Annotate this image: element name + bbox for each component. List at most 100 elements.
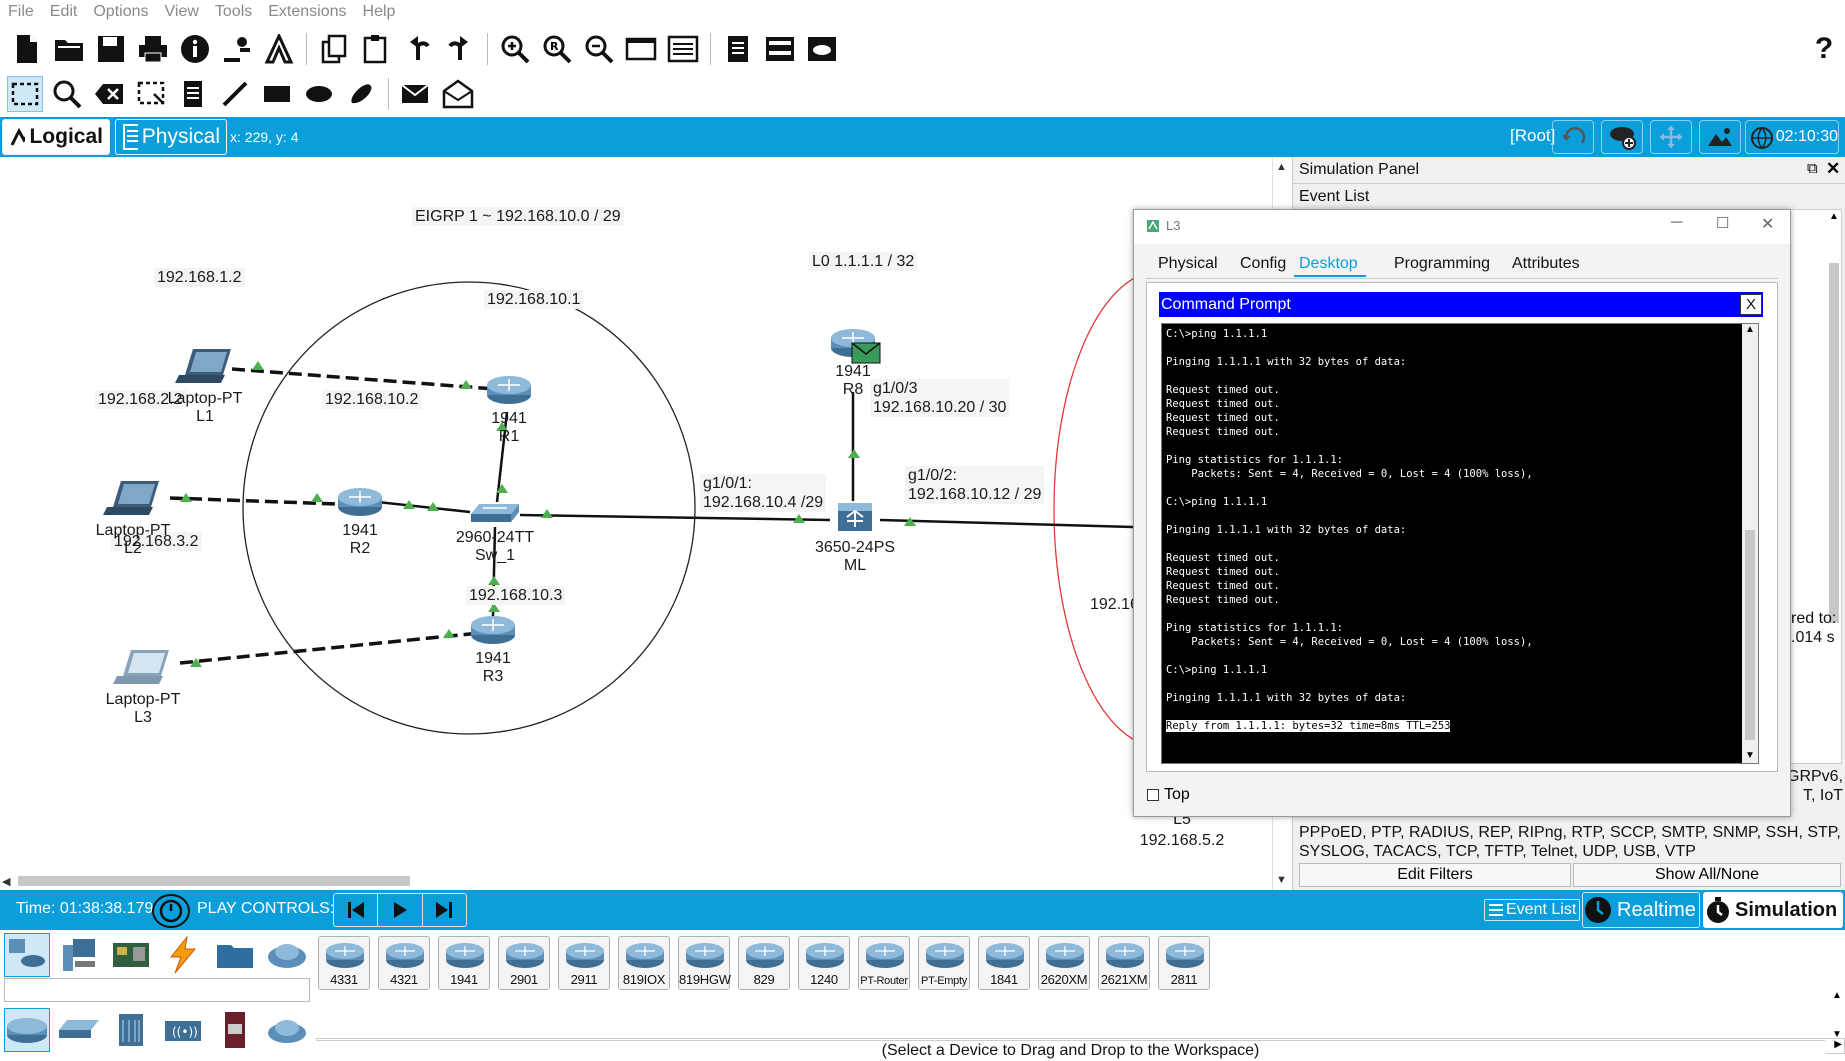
device-scroll-up-icon[interactable]: ▲ bbox=[1830, 990, 1844, 1001]
root-label[interactable]: [Root] bbox=[1510, 126, 1555, 146]
event-list-button[interactable]: Event List bbox=[1484, 899, 1581, 921]
open-folder-icon[interactable] bbox=[51, 31, 87, 67]
zoom-in-icon[interactable] bbox=[497, 31, 533, 67]
device-model-tile[interactable]: 2911 bbox=[558, 936, 610, 990]
select-icon[interactable] bbox=[7, 76, 43, 112]
inspect-icon[interactable] bbox=[49, 76, 85, 112]
info-icon[interactable] bbox=[177, 31, 213, 67]
device-model-tile[interactable]: PT-Router bbox=[858, 936, 910, 990]
device-model-tile[interactable]: 2621XM bbox=[1098, 936, 1150, 990]
menu-extensions[interactable]: Extensions bbox=[260, 3, 354, 21]
paste-icon[interactable] bbox=[358, 31, 394, 67]
category-connections-icon[interactable] bbox=[160, 933, 206, 977]
maximize-icon[interactable]: ☐ bbox=[1716, 214, 1729, 232]
copy-icon[interactable] bbox=[316, 31, 352, 67]
menu-help[interactable]: Help bbox=[355, 3, 404, 21]
cmd-close-button[interactable]: X bbox=[1740, 294, 1762, 315]
category-misc-icon[interactable] bbox=[212, 933, 258, 977]
menu-file[interactable]: File bbox=[0, 3, 42, 21]
device-template-icon[interactable] bbox=[762, 31, 798, 67]
drawing-palette-icon[interactable] bbox=[623, 31, 659, 67]
network-info-icon[interactable] bbox=[219, 31, 255, 67]
show-all-none-button[interactable]: Show All/None bbox=[1573, 863, 1841, 887]
draw-rectangle-icon[interactable] bbox=[259, 76, 295, 112]
terminal-scroll-down-icon[interactable]: ▼ bbox=[1742, 750, 1758, 761]
tab-logical[interactable]: Logical bbox=[2, 119, 110, 155]
scroll-left-icon[interactable]: ◀ bbox=[2, 875, 10, 888]
draw-ellipse-icon[interactable] bbox=[301, 76, 337, 112]
delete-icon[interactable] bbox=[91, 76, 127, 112]
menu-options[interactable]: Options bbox=[85, 3, 156, 21]
draw-line-icon[interactable] bbox=[217, 76, 253, 112]
subcategory-hubs-icon[interactable] bbox=[108, 1008, 154, 1052]
activity-wizard-icon[interactable] bbox=[261, 31, 297, 67]
terminal-scroll-thumb[interactable] bbox=[1745, 530, 1755, 740]
realtime-mode-button[interactable]: Realtime bbox=[1582, 892, 1700, 928]
tab-physical[interactable]: Physical bbox=[115, 119, 227, 155]
router-r2[interactable]: 1941 R2 bbox=[335, 487, 385, 558]
step-forward-icon[interactable] bbox=[423, 894, 466, 926]
laptop-l1[interactable]: Laptop-PT L1 bbox=[160, 347, 250, 426]
add-simple-pdu-icon[interactable] bbox=[398, 76, 434, 112]
device-model-tile[interactable]: 1841 bbox=[978, 936, 1030, 990]
device-model-tile[interactable]: 819IOX bbox=[618, 936, 670, 990]
background-image-icon[interactable] bbox=[1699, 120, 1741, 154]
router-r1[interactable]: 1941 R1 bbox=[484, 375, 534, 446]
workspace-h-scrollbar[interactable]: ◀ bbox=[0, 873, 1272, 889]
device-model-tile[interactable]: 1240 bbox=[798, 936, 850, 990]
move-object-icon[interactable] bbox=[1650, 120, 1692, 154]
scroll-up-icon[interactable]: ▲ bbox=[1273, 161, 1290, 173]
router-r3[interactable]: 1941 R3 bbox=[468, 615, 518, 686]
close-window-icon[interactable]: ✕ bbox=[1761, 214, 1774, 234]
subcategory-security-icon[interactable] bbox=[212, 1008, 258, 1052]
tab-attributes[interactable]: Attributes bbox=[1512, 255, 1580, 273]
switch-sw1[interactable]: 2960-24TT Sw_1 bbox=[455, 502, 535, 565]
simulation-mode-button[interactable]: Simulation bbox=[1703, 892, 1843, 928]
device-model-tile[interactable]: 829 bbox=[738, 936, 790, 990]
multilayer-switch-ml[interactable]: 3650-24PS ML bbox=[810, 500, 900, 575]
print-icon[interactable] bbox=[135, 31, 171, 67]
redo-icon[interactable] bbox=[442, 31, 478, 67]
category-end-devices-icon[interactable] bbox=[56, 933, 102, 977]
cloud-screen-icon[interactable] bbox=[804, 31, 840, 67]
laptop-l3[interactable]: Laptop-PT L3 bbox=[98, 648, 188, 727]
category-components-icon[interactable] bbox=[108, 933, 154, 977]
subcategory-wan-emulation-icon[interactable] bbox=[264, 1008, 310, 1052]
viewport-icon[interactable]: 02:10:30 bbox=[1745, 120, 1839, 154]
device-model-tile[interactable]: 2901 bbox=[498, 936, 550, 990]
menu-edit[interactable]: Edit bbox=[42, 3, 86, 21]
minimize-icon[interactable]: ─ bbox=[1671, 214, 1682, 232]
laptop-l2[interactable]: Laptop-PT L2 bbox=[88, 479, 178, 558]
top-checkbox-row[interactable]: Top bbox=[1147, 786, 1190, 804]
add-complex-pdu-icon[interactable] bbox=[440, 76, 476, 112]
reset-time-icon[interactable] bbox=[152, 894, 190, 928]
resize-icon[interactable] bbox=[133, 76, 169, 112]
tab-desktop[interactable]: Desktop bbox=[1299, 255, 1358, 273]
back-icon[interactable] bbox=[1552, 120, 1594, 154]
menu-view[interactable]: View bbox=[157, 3, 207, 21]
help-icon[interactable]: ? bbox=[1806, 31, 1842, 67]
terminal-scroll-up-icon[interactable]: ▲ bbox=[1742, 324, 1758, 335]
command-prompt-terminal[interactable]: C:\>ping 1.1.1.1 Pinging 1.1.1.1 with 32… bbox=[1161, 323, 1759, 764]
pdu-envelope-icon[interactable] bbox=[851, 342, 881, 364]
custom-device-icon[interactable] bbox=[665, 31, 701, 67]
device-v-scroll[interactable]: ▲ ▼ bbox=[1830, 990, 1844, 1059]
device-model-tile[interactable]: 4321 bbox=[378, 936, 430, 990]
device-model-tile[interactable]: 819HGW bbox=[678, 936, 731, 990]
category-multiuser-icon[interactable] bbox=[264, 933, 310, 977]
undo-icon[interactable] bbox=[400, 31, 436, 67]
zoom-reset-icon[interactable]: R bbox=[539, 31, 575, 67]
device-model-tile[interactable]: PT-Empty bbox=[918, 936, 970, 990]
tab-programming[interactable]: Programming bbox=[1394, 255, 1490, 273]
device-scroll-down-icon[interactable]: ▼ bbox=[1830, 1029, 1844, 1040]
logical-workspace[interactable]: EIGRP 1 ~ 192.168.10.0 / 29 L0 1.1.1.1 /… bbox=[0, 157, 1272, 877]
l3-titlebar[interactable]: L3 ─ ☐ ✕ bbox=[1134, 210, 1790, 244]
device-model-tile[interactable]: 4331 bbox=[318, 936, 370, 990]
step-back-icon[interactable] bbox=[334, 894, 379, 926]
menu-tools[interactable]: Tools bbox=[207, 3, 260, 21]
terminal-scrollbar[interactable]: ▲ ▼ bbox=[1742, 324, 1758, 763]
new-file-icon[interactable] bbox=[9, 31, 45, 67]
tab-config[interactable]: Config bbox=[1240, 255, 1286, 273]
subcategory-switches-icon[interactable] bbox=[56, 1008, 102, 1052]
edit-filters-button[interactable]: Edit Filters bbox=[1299, 863, 1571, 887]
